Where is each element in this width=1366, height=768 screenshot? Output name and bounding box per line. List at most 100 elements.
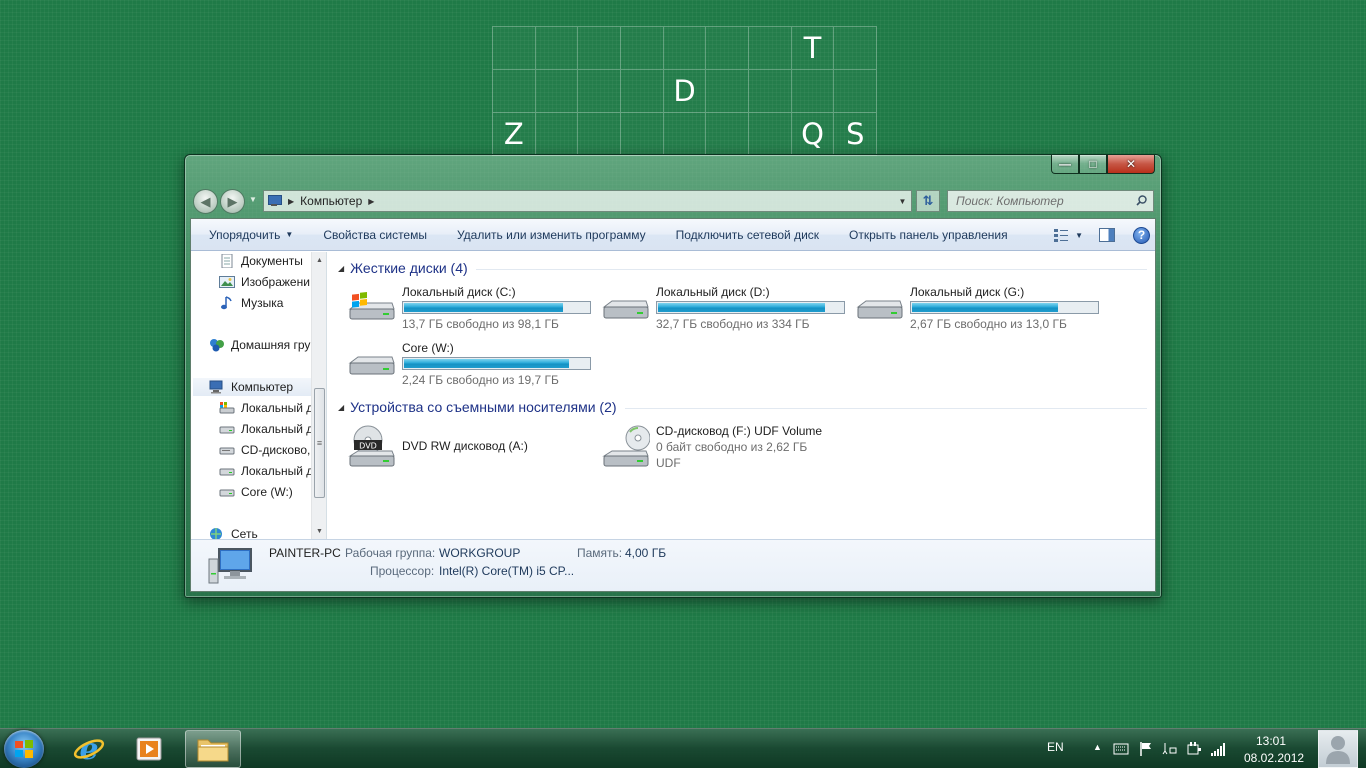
maximize-button[interactable]: □ bbox=[1079, 155, 1107, 174]
drive-usage-bar bbox=[656, 301, 845, 314]
drive-tile-c[interactable]: Локальный диск (C:) 13,7 ГБ свободно из … bbox=[348, 285, 598, 337]
system-properties-button[interactable]: Свойства системы bbox=[308, 219, 442, 251]
desktop-tile bbox=[578, 27, 621, 70]
breadcrumb-separator-icon[interactable]: ▶ bbox=[288, 197, 294, 206]
preview-pane-icon[interactable] bbox=[1099, 228, 1115, 242]
command-bar: Упорядочить ▼ Свойства системы Удалить и… bbox=[191, 219, 1155, 251]
drive-name: Локальный диск (G:) bbox=[910, 285, 1025, 299]
uninstall-program-button[interactable]: Удалить или изменить программу bbox=[442, 219, 661, 251]
nav-item-label: Локальный д bbox=[241, 401, 314, 415]
keyboard-icon[interactable] bbox=[1113, 741, 1129, 757]
collapse-triangle-icon[interactable]: ◢ bbox=[338, 403, 344, 412]
nav-item-local-disk-d[interactable]: Локальный д bbox=[219, 420, 313, 438]
map-network-drive-button[interactable]: Подключить сетевой диск bbox=[661, 219, 834, 251]
internet-explorer-icon: e bbox=[73, 733, 105, 765]
taskbar-media-player[interactable] bbox=[122, 730, 176, 768]
back-button[interactable]: ◀ bbox=[193, 189, 218, 214]
drive-tile-w[interactable]: Core (W:) 2,24 ГБ свободно из 19,7 ГБ bbox=[348, 341, 598, 393]
group-header-hard-drives[interactable]: ◢ Жесткие диски (4) bbox=[338, 259, 1147, 277]
system-drive-icon bbox=[348, 292, 395, 320]
nav-item-label: Сеть bbox=[231, 527, 258, 539]
hard-drive-icon bbox=[856, 300, 903, 319]
change-view-icon[interactable] bbox=[1053, 228, 1069, 242]
open-control-panel-button[interactable]: Открыть панель управления bbox=[834, 219, 1023, 251]
user-avatar[interactable] bbox=[1318, 730, 1358, 768]
nav-item-documents[interactable]: Документы bbox=[219, 252, 303, 270]
refresh-button[interactable]: ⇅ bbox=[916, 190, 940, 212]
organize-button[interactable]: Упорядочить ▼ bbox=[191, 219, 308, 251]
nav-item-cd-drive[interactable]: CD-дисково, bbox=[219, 441, 310, 459]
signal-strength-icon[interactable] bbox=[1210, 741, 1226, 757]
search-icon[interactable] bbox=[1136, 195, 1147, 206]
collapse-triangle-icon[interactable]: ◢ bbox=[338, 264, 344, 273]
start-button[interactable] bbox=[4, 730, 44, 768]
drive-tile-d[interactable]: Локальный диск (D:) 32,7 ГБ свободно из … bbox=[602, 285, 852, 337]
refresh-icon: ⇅ bbox=[922, 193, 934, 208]
nav-item-computer[interactable]: Компьютер bbox=[193, 378, 311, 396]
desktop-tile bbox=[706, 27, 749, 70]
power-icon[interactable] bbox=[1186, 741, 1202, 757]
breadcrumb-computer[interactable]: Компьютер bbox=[300, 194, 362, 208]
drive-free-space: 32,7 ГБ свободно из 334 ГБ bbox=[656, 317, 810, 331]
nav-item-network[interactable]: Сеть bbox=[209, 525, 258, 539]
breadcrumb-separator-icon[interactable]: ▶ bbox=[368, 197, 374, 206]
pc-name: PAINTER-PC bbox=[269, 546, 341, 560]
svg-text:e: e bbox=[79, 733, 98, 765]
drive-free-space: 2,67 ГБ свободно из 13,0 ГБ bbox=[910, 317, 1067, 331]
network-tray-icon[interactable] bbox=[1162, 741, 1178, 757]
flag-icon[interactable] bbox=[1138, 741, 1154, 757]
help-icon[interactable]: ? bbox=[1133, 226, 1150, 244]
recent-pages-dropdown-icon[interactable]: ▼ bbox=[249, 195, 257, 204]
minimize-button[interactable]: — bbox=[1051, 155, 1079, 174]
desktop-tile bbox=[535, 70, 579, 113]
nav-item-homegroup[interactable]: Домашняя гру bbox=[209, 336, 310, 354]
nav-item-images[interactable]: Изображени bbox=[219, 273, 310, 291]
drive-name: Локальный диск (C:) bbox=[402, 285, 516, 299]
address-bar[interactable]: ▶ Компьютер ▶ ▼ bbox=[263, 190, 912, 212]
navigation-row: ◀ ▶ ▼ ▶ Компьютер ▶ ▼ ⇅ bbox=[193, 188, 1154, 214]
clock-time[interactable]: 13:01 bbox=[1256, 734, 1286, 748]
taskbar-internet-explorer[interactable]: e bbox=[62, 730, 116, 768]
media-player-icon bbox=[136, 737, 162, 761]
desktop-tile: Q bbox=[791, 113, 835, 156]
navpane-scrollbar[interactable]: ▲ ≡ ▼ bbox=[311, 252, 326, 539]
nav-item-label: Локальный д bbox=[241, 422, 314, 436]
drive-tile-g[interactable]: Локальный диск (G:) 2,67 ГБ свободно из … bbox=[856, 285, 1106, 337]
nav-item-local-disk-c[interactable]: Локальный д bbox=[219, 399, 313, 417]
nav-item-label: Музыка bbox=[241, 296, 284, 310]
desktop-tile bbox=[706, 113, 749, 156]
drive-free-space: 2,24 ГБ свободно из 19,7 ГБ bbox=[402, 373, 559, 387]
search-input[interactable] bbox=[948, 191, 1128, 211]
chevron-down-icon: ▼ bbox=[285, 230, 294, 239]
view-options-dropdown-icon[interactable]: ▼ bbox=[1075, 231, 1083, 240]
scrollbar-thumb[interactable]: ≡ bbox=[314, 388, 325, 498]
clock-date[interactable]: 08.02.2012 bbox=[1244, 751, 1304, 765]
taskbar: e EN ▲ 13:01 08.02.2012 bbox=[0, 728, 1366, 768]
navigation-pane: Документы Изображени Музыка Домашняя гру… bbox=[191, 252, 327, 539]
nav-item-music[interactable]: Музыка bbox=[219, 294, 283, 312]
scroll-down-icon[interactable]: ▼ bbox=[312, 523, 326, 539]
homegroup-icon bbox=[210, 339, 224, 352]
cd-drive-tile[interactable]: CD-дисковод (F:) UDF Volume 0 байт свобо… bbox=[602, 424, 852, 476]
desktop-tile bbox=[535, 113, 579, 156]
desktop-letter-grid: T D Z QS bbox=[492, 26, 877, 156]
drive-usage-bar bbox=[402, 357, 591, 370]
desktop-tile bbox=[749, 70, 792, 113]
forward-button[interactable]: ▶ bbox=[220, 189, 245, 214]
language-indicator[interactable]: EN bbox=[1047, 740, 1064, 754]
scroll-up-icon[interactable]: ▲ bbox=[312, 252, 326, 268]
cd-drive-icon bbox=[219, 447, 235, 455]
dvd-badge: DVD bbox=[359, 442, 377, 451]
group-header-removable[interactable]: ◢ Устройства со съемными носителями (2) bbox=[338, 398, 1147, 416]
picture-icon bbox=[219, 276, 235, 288]
desktop-tile bbox=[621, 113, 664, 156]
hard-drive-icon bbox=[602, 300, 649, 319]
user-icon bbox=[1326, 736, 1350, 764]
dvd-drive-tile[interactable]: DVD DVD RW дисковод (A:) bbox=[348, 424, 598, 476]
nav-item-core-w[interactable]: Core (W:) bbox=[219, 483, 293, 501]
taskbar-explorer[interactable] bbox=[185, 730, 241, 768]
address-history-dropdown-icon[interactable]: ▼ bbox=[894, 191, 911, 211]
show-hidden-icons-icon[interactable]: ▲ bbox=[1093, 742, 1102, 752]
close-button[interactable]: ✕ bbox=[1107, 155, 1155, 174]
nav-item-local-disk-g[interactable]: Локальный д bbox=[219, 462, 313, 480]
